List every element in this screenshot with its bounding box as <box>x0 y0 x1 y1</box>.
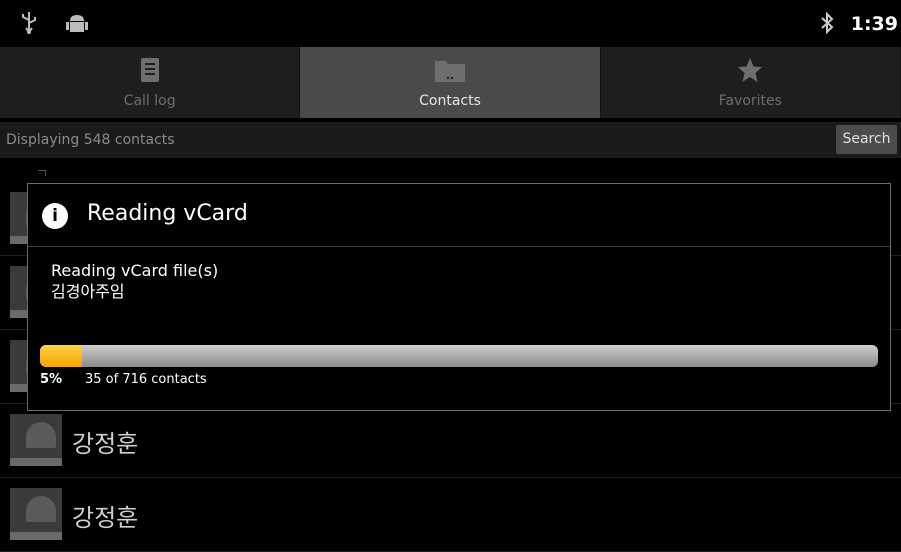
progress-bar <box>40 345 878 367</box>
status-bar: 1:39 <box>0 0 901 47</box>
contact-avatar <box>10 414 62 466</box>
contact-name: 강정훈 <box>72 430 139 458</box>
contact-name: 강정훈 <box>72 504 139 532</box>
contacts-folder-icon <box>434 57 466 87</box>
dialog-message: Reading vCard file(s) 김경아주임 <box>51 260 218 302</box>
clock: 1:39 <box>850 13 898 35</box>
list-section-header <box>0 160 901 182</box>
dialog-header: i Reading vCard <box>28 184 890 247</box>
tab-favorites[interactable]: Favorites <box>601 47 901 118</box>
tab-bar: Call log Contacts Favorites <box>0 47 901 118</box>
call-log-icon <box>140 57 160 87</box>
progress-count: 35 of 716 contacts <box>85 372 207 387</box>
progress-bar-fill <box>40 345 82 367</box>
progress-percent: 5% <box>40 372 63 387</box>
star-icon <box>737 57 763 87</box>
dialog-message-line: Reading vCard file(s) <box>51 261 219 280</box>
search-button[interactable]: Search <box>836 125 897 154</box>
tab-label: Contacts <box>419 93 481 109</box>
tab-label: Call log <box>123 93 176 109</box>
list-item[interactable]: 강정훈 <box>0 478 901 552</box>
dialog-title: Reading vCard <box>87 201 248 226</box>
tab-label: Favorites <box>718 93 782 109</box>
usb-icon <box>20 12 38 38</box>
android-debug-icon <box>66 12 88 38</box>
tab-call-log[interactable]: Call log <box>0 47 301 118</box>
current-contact-name: 김경아주임 <box>51 282 125 301</box>
contact-count: Displaying 548 contacts <box>6 132 175 148</box>
reading-vcard-dialog: i Reading vCard Reading vCard file(s) 김경… <box>27 183 891 411</box>
tab-contacts[interactable]: Contacts <box>300 47 601 118</box>
list-item[interactable]: 강정훈 <box>0 404 901 478</box>
contacts-header: Displaying 548 contacts Search <box>0 122 901 158</box>
contact-avatar <box>10 488 62 540</box>
bluetooth-icon <box>820 11 834 38</box>
info-icon: i <box>42 203 68 229</box>
